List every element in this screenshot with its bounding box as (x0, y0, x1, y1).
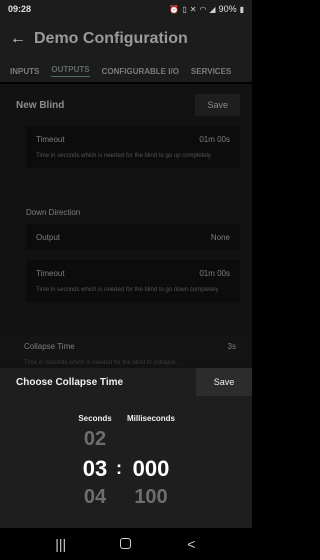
status-time: 09:28 (8, 4, 32, 14)
signal-icon: ◢ (209, 4, 216, 14)
timeout-label: Timeout (36, 268, 65, 278)
down-direction-heading: Down Direction (26, 208, 81, 217)
tab-configurable-io[interactable]: CONFIGURABLE I/O (102, 67, 179, 76)
wifi-icon: ◠ (199, 4, 207, 14)
content-area: New Blind Save Timeout 01m 00s Time in s… (0, 84, 252, 368)
mute-icon: ✕ (189, 4, 197, 14)
timeout-description: Time in seconds which is needed for the … (36, 153, 211, 159)
collapse-time-sheet: Choose Collapse Time Save Seconds Millis… (0, 368, 252, 528)
sheet-title: Choose Collapse Time (16, 376, 124, 388)
collapse-time-row[interactable]: Collapse Time 3s (0, 334, 252, 358)
back-arrow-icon[interactable]: ← (10, 30, 30, 48)
battery-percent: 90% (218, 4, 237, 14)
milliseconds-option-next[interactable]: 100 (124, 486, 178, 509)
tab-inputs[interactable]: INPUTS (10, 67, 39, 76)
seconds-option-prev[interactable]: 02 (76, 428, 114, 451)
home-button[interactable] (111, 536, 141, 552)
battery-icon: ▮ (239, 4, 244, 14)
milliseconds-label: Milliseconds (126, 414, 175, 423)
time-separator: : (116, 458, 122, 478)
timeout-label: Timeout (36, 134, 65, 144)
timeout-down-card[interactable]: Timeout 01m 00s Time in seconds which is… (26, 260, 240, 302)
page-title: Demo Configuration (34, 30, 188, 47)
output-row[interactable]: Output None (26, 224, 240, 250)
section-title: New Blind (16, 99, 65, 111)
output-value: None (210, 232, 230, 242)
tab-bar: INPUTS OUTPUTS CONFIGURABLE I/O SERVICES (0, 60, 252, 82)
recent-apps-button[interactable]: ||| (46, 536, 76, 552)
back-button[interactable]: < (176, 536, 206, 552)
timeout-up-card[interactable]: Timeout 01m 00s Time in seconds which is… (26, 126, 240, 168)
status-bar: 09:28 ⏰ ▯ ✕ ◠ ◢ 90% ▮ (0, 0, 252, 18)
seconds-option-selected[interactable]: 03 (76, 456, 114, 482)
timeout-value: 01m 00s (199, 268, 230, 278)
collapse-time-value: 3s (227, 341, 236, 351)
timeout-value: 01m 00s (199, 134, 230, 144)
tab-services[interactable]: SERVICES (191, 67, 231, 76)
vibrate-icon: ▯ (182, 4, 187, 14)
section-header: New Blind Save (0, 90, 252, 120)
home-icon (120, 538, 132, 549)
timeout-description: Time in seconds which is needed for the … (36, 287, 219, 293)
sheet-save-button[interactable]: Save (196, 368, 252, 396)
seconds-label: Seconds (78, 414, 112, 423)
collapse-time-label: Collapse Time (24, 341, 75, 351)
sheet-header: Choose Collapse Time Save (0, 368, 252, 396)
tab-outputs[interactable]: OUTPUTS (51, 65, 90, 77)
milliseconds-option-selected[interactable]: 000 (124, 456, 178, 482)
collapse-time-description: Time in seconds which is needed for the … (24, 360, 183, 366)
alarm-icon: ⏰ (169, 4, 180, 14)
app-bar: ← Demo Configuration (0, 18, 252, 60)
system-nav-bar: ||| < (0, 528, 252, 560)
section-save-button[interactable]: Save (195, 94, 240, 116)
output-label: Output (36, 232, 61, 242)
seconds-option-next[interactable]: 04 (76, 486, 114, 509)
